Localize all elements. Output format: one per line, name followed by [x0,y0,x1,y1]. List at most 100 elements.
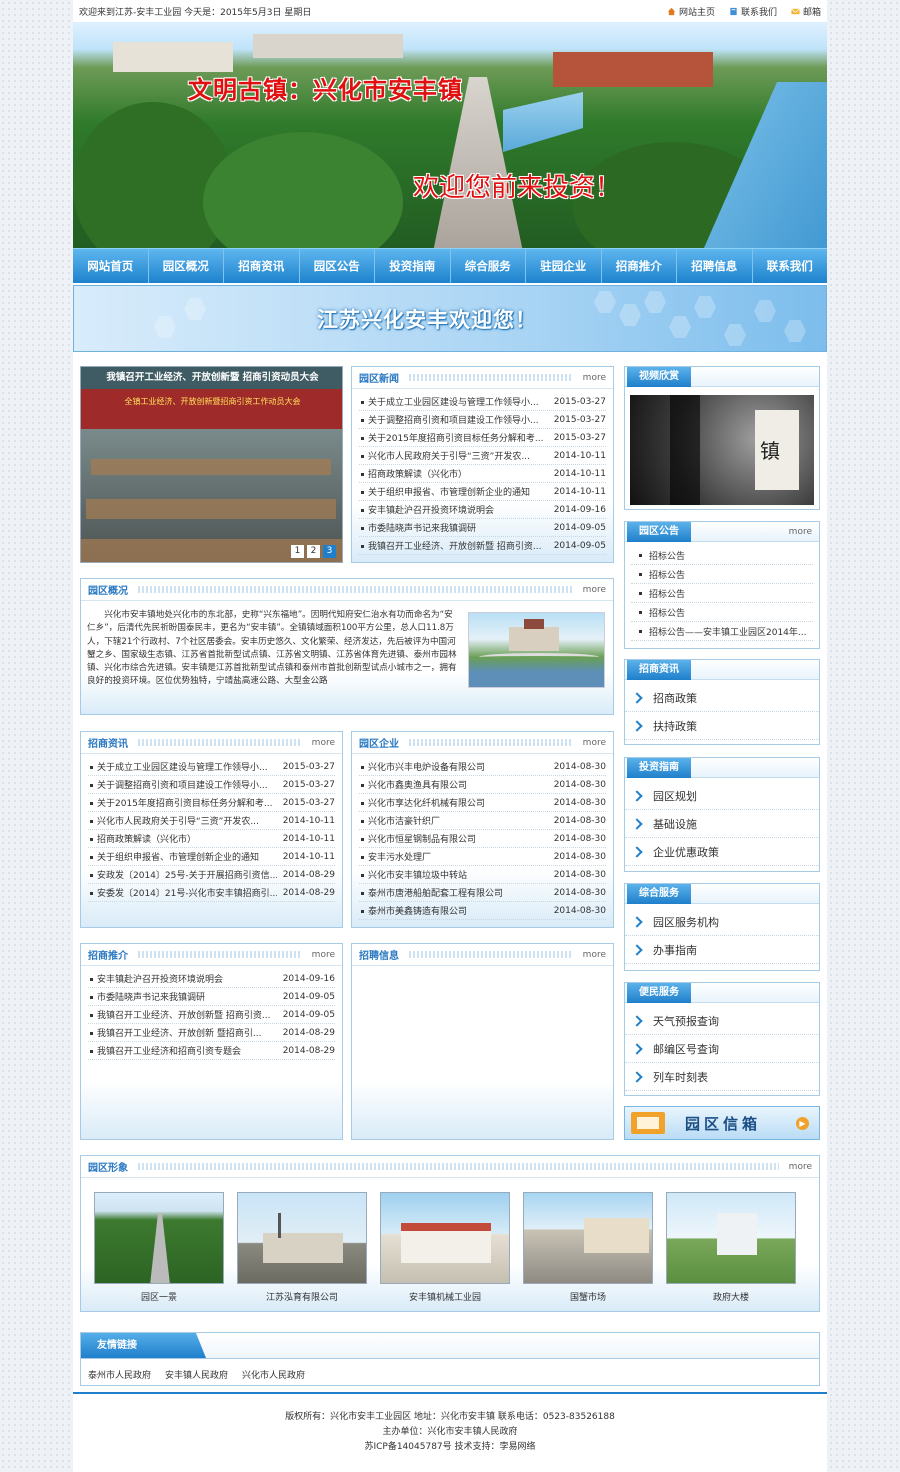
notice-item[interactable]: 招标公告 [631,584,813,603]
list-item[interactable]: 安丰镇赴沪召开投资环境说明会 2014-09-16 [359,501,606,519]
notice-item[interactable]: 招标公告 [631,565,813,584]
nav-promotion[interactable]: 招商推介 [602,249,677,283]
list-item[interactable]: 安丰镇赴沪召开投资环境说明会 2014-09-16 [88,970,335,988]
news-slideshow[interactable]: 我镇召开工业经济、开放创新暨 招商引资动员大会 全镇工业经济、开放创新暨招商引资… [80,366,343,563]
contact-link[interactable]: 联系我们 [729,5,777,18]
list-item[interactable]: 关于组织申报省、市管理创新企业的通知 2014-10-11 [88,848,335,866]
link-anfeng[interactable]: 安丰镇人民政府 [165,1368,228,1381]
list-item[interactable]: 招商政策解读（兴化市） 2014-10-11 [88,830,335,848]
side-link[interactable]: 办事指南 [625,936,819,964]
side-invest-list: 招商政策 扶持政策 [625,680,819,740]
list-item[interactable]: 兴化市享达化纤机械有限公司 2014-08-30 [359,794,606,812]
list-item[interactable]: 我镇召开工业经济、开放创新 暨招商引... 2014-08-29 [88,1024,335,1042]
list-item[interactable]: 市委陆晓声书记来我镇调研 2014-09-05 [359,519,606,537]
nav-service[interactable]: 综合服务 [451,249,526,283]
side-link[interactable]: 企业优惠政策 [625,838,819,866]
nav-invest-news[interactable]: 招商资讯 [224,249,300,283]
link-xinghua[interactable]: 兴化市人民政府 [242,1368,305,1381]
page: 欢迎来到江苏-安丰工业园 今天是：2015年5月3日 星期日 网站主页 联系我们… [73,0,827,1472]
item-title: 兴化市人民政府关于引导“三资”开发农... [88,814,277,827]
side-link[interactable]: 扶持政策 [625,712,819,740]
list-item[interactable]: 兴化市人民政府关于引导“三资”开发农... 2014-10-11 [359,447,606,465]
list-item[interactable]: 关于2015年度招商引资目标任务分解和考... 2015-03-27 [88,794,335,812]
nav-jobs[interactable]: 招聘信息 [677,249,753,283]
nav-notice[interactable]: 园区公告 [300,249,375,283]
nav-guide[interactable]: 投资指南 [375,249,451,283]
list-item[interactable]: 兴化市兴丰电炉设备有限公司 2014-08-30 [359,758,606,776]
notice-item[interactable]: 招标公告 [631,546,813,565]
list-item[interactable]: 兴化市恒星钢制品有限公司 2014-08-30 [359,830,606,848]
side-link[interactable]: 邮编区号查询 [625,1035,819,1063]
list-item[interactable]: 关于组织申报省、市管理创新企业的通知 2014-10-11 [359,483,606,501]
slide-page-1[interactable]: 1 [291,545,304,558]
notice-item[interactable]: 招标公告——安丰镇工业园区2014年... [631,622,813,641]
item-title: 安丰镇赴沪召开投资环境说明会 [359,503,548,516]
list-item[interactable]: 关于2015年度招商引资目标任务分解和考... 2015-03-27 [359,429,606,447]
side-link[interactable]: 园区服务机构 [625,908,819,936]
list-item[interactable]: 关于成立工业园区建设与管理工作领导小... 2015-03-27 [359,393,606,411]
list-item[interactable]: 我镇召开工业经济、开放创新暨 招商引资... 2014-09-05 [88,1006,335,1024]
mail-link[interactable]: 邮箱 [791,5,821,18]
list-item[interactable]: 关于调整招商引资和项目建设工作领导小... 2015-03-27 [359,411,606,429]
item-title: 关于2015年度招商引资目标任务分解和考... [359,431,548,444]
side-link-label: 办事指南 [653,943,697,957]
item-title: 兴化市恒星钢制品有限公司 [359,832,548,845]
list-item[interactable]: 兴化市安丰镇垃圾中转站 2014-08-30 [359,866,606,884]
list-item[interactable]: 安丰污水处理厂 2014-08-30 [359,848,606,866]
side-link[interactable]: 园区规划 [625,782,819,810]
list-item[interactable]: 兴化市人民政府关于引导“三资”开发农... 2014-10-11 [88,812,335,830]
more-link[interactable]: more [583,585,606,595]
list-item[interactable]: 我镇召开工业经济和招商引资专题会 2014-08-29 [88,1042,335,1060]
list-item[interactable]: 市委陆晓声书记来我镇调研 2014-09-05 [88,988,335,1006]
notice-list: 招标公告 招标公告 招标公告 招标公告 招标公告——安丰镇工业园区2014年... [625,542,819,641]
list-item[interactable]: 安政发〔2014〕25号-关于开展招商引资信... 2014-08-29 [88,866,335,884]
side-link[interactable]: 天气预报查询 [625,1007,819,1035]
more-link[interactable]: more [312,950,335,960]
footer-icp: 苏ICP备14045787号 技术支持：孛易网络 [364,1442,536,1452]
more-link[interactable]: more [583,738,606,748]
more-link[interactable]: more [312,738,335,748]
mailbox-button[interactable]: 园区信箱 ▶ [624,1106,820,1140]
more-link[interactable]: more [583,373,606,383]
item-date: 2014-08-29 [282,1045,335,1056]
nav-companies[interactable]: 驻园企业 [526,249,602,283]
notice-item[interactable]: 招标公告 [631,603,813,622]
slide-page-3[interactable]: 3 [323,545,336,558]
list-item[interactable]: 泰州市唐港船舶配套工程有限公司 2014-08-30 [359,884,606,902]
nav-home[interactable]: 网站首页 [73,249,149,283]
list-item[interactable]: 关于成立工业园区建设与管理工作领导小... 2015-03-27 [88,758,335,776]
side-link[interactable]: 列车时刻表 [625,1063,819,1091]
slide-page-2[interactable]: 2 [307,545,320,558]
panel-title: 便民服务 [627,983,691,1003]
footer-host: 主办单位：兴化市安丰镇人民政府 [382,1427,518,1437]
gallery-item[interactable]: 江苏泓育有限公司 [237,1192,367,1303]
list-item[interactable]: 关于调整招商引资和项目建设工作领导小... 2015-03-27 [88,776,335,794]
nav-contact[interactable]: 联系我们 [753,249,828,283]
list-item[interactable]: 安委发〔2014〕21号-兴化市安丰镇招商引... 2014-08-29 [88,884,335,902]
list-item[interactable]: 泰州市美鑫铸造有限公司 2014-08-30 [359,902,606,920]
nav-overview[interactable]: 园区概况 [149,249,224,283]
side-link[interactable]: 基础设施 [625,810,819,838]
side-link-label: 天气预报查询 [653,1014,719,1028]
more-link[interactable]: more [583,950,606,960]
home-link[interactable]: 网站主页 [667,5,715,18]
list-item[interactable]: 兴化市鑫奥渔具有限公司 2014-08-30 [359,776,606,794]
gallery-item[interactable]: 政府大楼 [666,1192,796,1303]
gallery-item[interactable]: 园区一景 [94,1192,224,1303]
footer-copyright: 版权所有：兴化市安丰工业园区 地址：兴化市安丰镇 联系电话：0523-83526… [285,1412,615,1422]
overview-panel: 园区概况 more 兴化市安丰镇地处兴化市的东北部，史称“兴东福地”。因明代知府安… [80,578,614,715]
link-taizhou[interactable]: 泰州市人民政府 [88,1368,151,1381]
list-item[interactable]: 兴化市洁豪针织厂 2014-08-30 [359,812,606,830]
gallery-item[interactable]: 国蟹市场 [523,1192,653,1303]
gallery-item[interactable]: 安丰镇机械工业园 [380,1192,510,1303]
item-title: 安政发〔2014〕25号-关于开展招商引资信... [88,868,277,881]
list-item[interactable]: 我镇召开工业经济、开放创新暨 招商引资... 2014-09-05 [359,537,606,555]
more-link[interactable]: more [789,527,812,537]
video-player[interactable]: 镇 [630,395,814,505]
more-link[interactable]: more [789,1162,812,1172]
item-date: 2014-09-05 [282,1009,335,1020]
item-title: 我镇召开工业经济、开放创新暨 招商引资... [88,1008,277,1021]
side-link[interactable]: 招商政策 [625,684,819,712]
item-date: 2015-03-27 [282,761,335,772]
list-item[interactable]: 招商政策解读（兴化市） 2014-10-11 [359,465,606,483]
